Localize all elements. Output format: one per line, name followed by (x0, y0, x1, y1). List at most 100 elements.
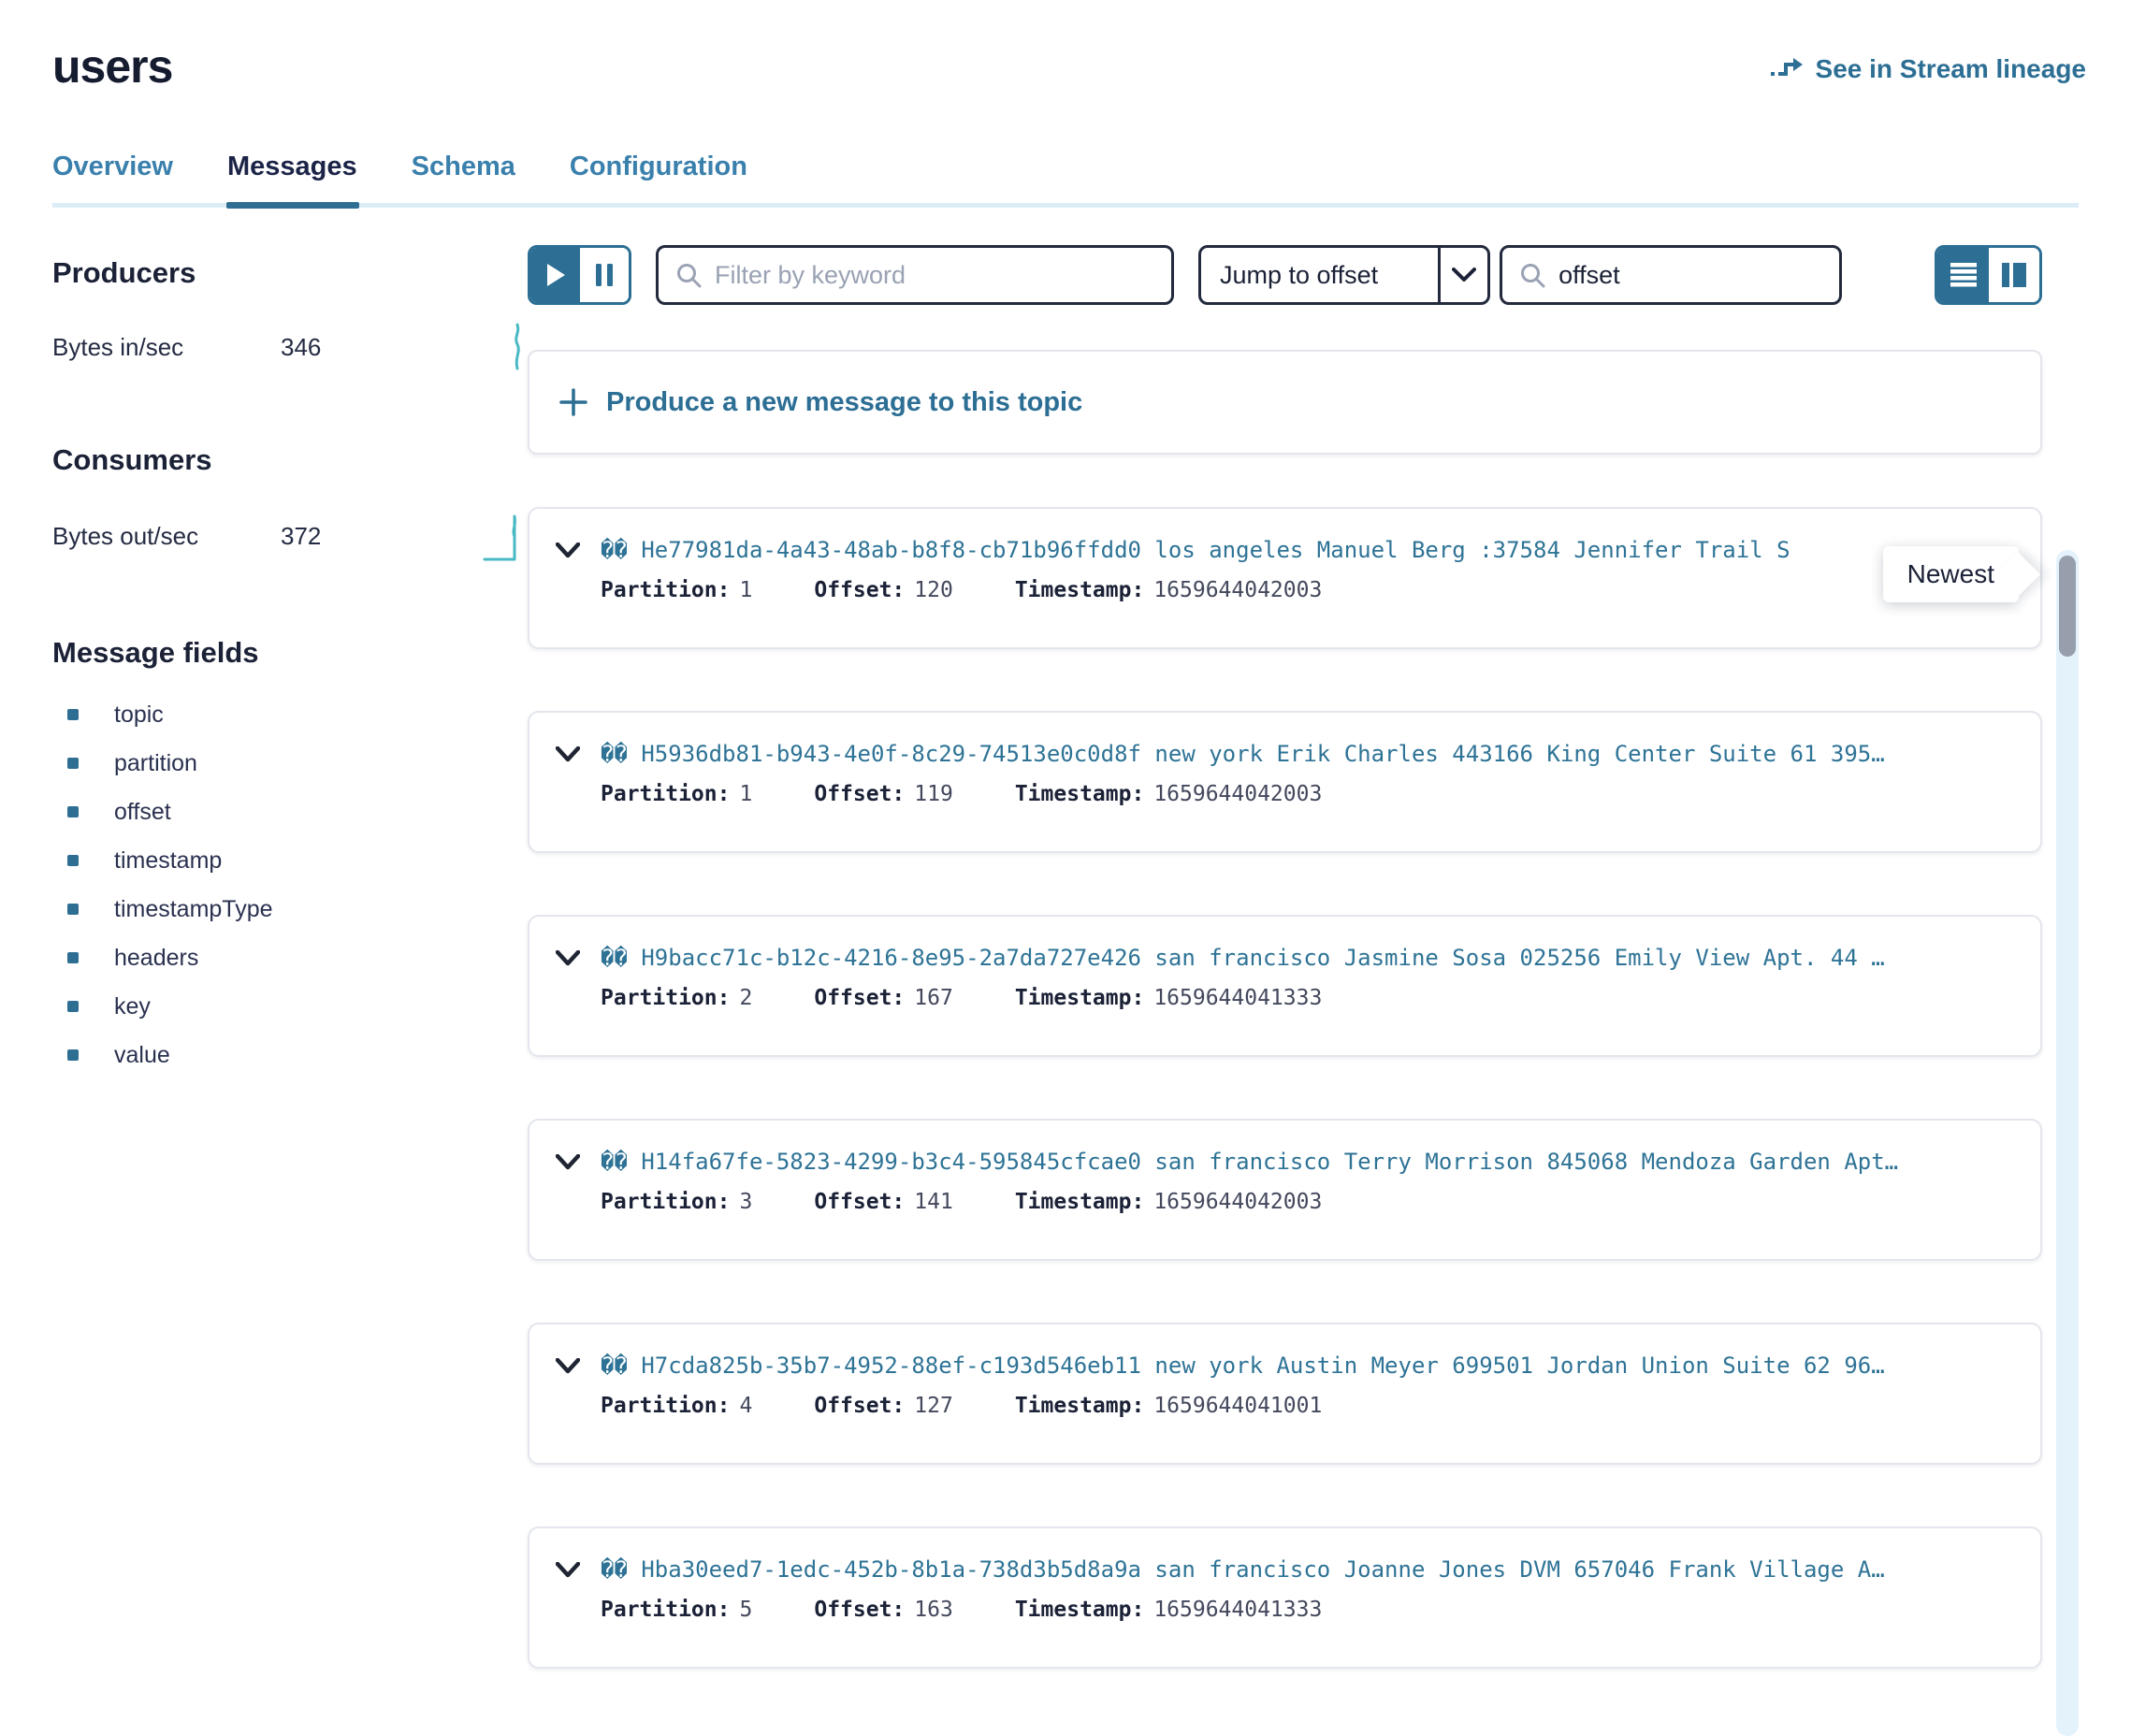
timestamp-label: Timestamp: (1015, 1394, 1144, 1418)
bytes-in-row: Bytes in/sec 346 (52, 322, 528, 372)
lineage-arrow-icon (1769, 56, 1805, 82)
produce-message-label: Produce a new message to this topic (606, 387, 1082, 418)
view-mode-toggle (1935, 245, 2042, 305)
tab-schema[interactable]: Schema (412, 152, 515, 203)
filter-keyword-input[interactable] (715, 261, 1154, 290)
offset-value: 163 (914, 1598, 953, 1622)
partition-value: 4 (739, 1394, 752, 1418)
bullet-square-icon (67, 709, 79, 720)
message-key-value: �� H5936db81-b943-4e0f-8c29-74513e0c0d8f… (601, 741, 2014, 767)
partition-label: Partition: (601, 782, 730, 806)
partition-label: Partition: (601, 578, 730, 602)
expand-chevron-icon[interactable] (556, 950, 580, 966)
timestamp-value: 1659644042003 (1153, 1190, 1322, 1214)
tab-underline-track (52, 203, 2079, 208)
offset-label: Offset: (814, 986, 905, 1010)
bytes-in-label: Bytes in/sec (52, 333, 281, 362)
message-row[interactable]: �� H5936db81-b943-4e0f-8c29-74513e0c0d8f… (528, 711, 2042, 853)
pause-icon (595, 263, 614, 287)
bullet-square-icon (67, 855, 79, 866)
jump-to-offset-select[interactable]: Jump to offset (1198, 245, 1490, 305)
partition-label: Partition: (601, 1598, 730, 1622)
message-row[interactable]: �� Hba30eed7-1edc-452b-8b1a-738d3b5d8a9a… (528, 1526, 2042, 1669)
messages-scrollbar-thumb[interactable] (2059, 556, 2076, 657)
offset-label: Offset: (814, 1190, 905, 1214)
timestamp-value: 1659644042003 (1153, 578, 1322, 602)
timestamp-value: 1659644042003 (1153, 782, 1322, 806)
offset-search-input[interactable] (1558, 261, 1822, 290)
consumers-section: Consumers Bytes out/sec 372 (52, 443, 528, 563)
jump-select-value: Jump to offset (1201, 248, 1438, 302)
active-tab-indicator (226, 202, 359, 209)
page-header: users See in Stream lineage (0, 0, 2131, 94)
timestamp-value: 1659644041333 (1153, 986, 1322, 1010)
page-title: users (52, 39, 172, 94)
field-item-key[interactable]: key (52, 982, 528, 1031)
play-icon (545, 263, 566, 287)
message-fields-heading: Message fields (52, 636, 528, 670)
message-key-value: �� He77981da-4a43-48ab-b8f8-cb71b96ffdd0… (601, 537, 2014, 563)
bullet-square-icon (67, 758, 79, 769)
partition-label: Partition: (601, 1190, 730, 1214)
newest-tooltip: Newest (1883, 546, 2019, 602)
message-row[interactable]: �� H7cda825b-35b7-4952-88ef-c193d546eb11… (528, 1323, 2042, 1465)
field-item-partition[interactable]: partition (52, 739, 528, 788)
split-view-icon (2001, 262, 2027, 288)
filter-input-box (656, 245, 1174, 305)
message-row[interactable]: �� H9bacc71c-b12c-4216-8e95-2a7da727e426… (528, 915, 2042, 1057)
expand-chevron-icon[interactable] (556, 1562, 580, 1578)
chevron-down-icon (1441, 248, 1487, 302)
bullet-square-icon (67, 904, 79, 915)
offset-value: 141 (914, 1190, 953, 1214)
message-row[interactable]: �� H14fa67fe-5823-4299-b3c4-595845cfcae0… (528, 1119, 2042, 1261)
bytes-in-value: 346 (281, 333, 321, 362)
timestamp-value: 1659644041333 (1153, 1598, 1322, 1622)
split-view-button[interactable] (1989, 248, 2039, 302)
messages-scrollbar-track[interactable] (2056, 550, 2079, 1736)
field-item-timestampType[interactable]: timestampType (52, 885, 528, 933)
offset-label: Offset: (814, 782, 905, 806)
plus-icon (559, 388, 587, 416)
topic-page: users See in Stream lineage Overview Mes… (0, 0, 2131, 1736)
produce-message-button[interactable]: Produce a new message to this topic (528, 350, 2042, 455)
tab-overview[interactable]: Overview (52, 152, 173, 203)
bytes-out-label: Bytes out/sec (52, 522, 281, 551)
tab-messages[interactable]: Messages (227, 152, 357, 203)
bytes-out-sparkline (483, 509, 528, 563)
bullet-square-icon (67, 1049, 79, 1061)
list-view-icon (1950, 262, 1978, 288)
field-item-value[interactable]: value (52, 1031, 528, 1079)
bytes-out-value: 372 (281, 522, 321, 551)
timestamp-label: Timestamp: (1015, 782, 1144, 806)
bullet-square-icon (67, 1001, 79, 1012)
message-row[interactable]: �� He77981da-4a43-48ab-b8f8-cb71b96ffdd0… (528, 507, 2042, 649)
offset-label: Offset: (814, 1394, 905, 1418)
sidebar: Producers Bytes in/sec 346 Consumers Byt… (0, 208, 528, 1669)
message-key-value: �� H9bacc71c-b12c-4216-8e95-2a7da727e426… (601, 945, 2014, 971)
producers-section: Producers Bytes in/sec 346 (52, 256, 528, 372)
offset-label: Offset: (814, 578, 905, 602)
play-button[interactable] (530, 248, 580, 302)
expand-chevron-icon[interactable] (556, 746, 580, 762)
field-item-headers[interactable]: headers (52, 933, 528, 982)
pause-button[interactable] (580, 248, 629, 302)
field-item-topic[interactable]: topic (52, 690, 528, 739)
tab-bar: Overview Messages Schema Configuration (0, 152, 2131, 203)
search-icon (675, 262, 702, 288)
message-key-value: �� Hba30eed7-1edc-452b-8b1a-738d3b5d8a9a… (601, 1556, 2014, 1583)
tab-configuration[interactable]: Configuration (570, 152, 747, 203)
expand-chevron-icon[interactable] (556, 1154, 580, 1170)
timestamp-label: Timestamp: (1015, 986, 1144, 1010)
lineage-link-label: See in Stream lineage (1816, 54, 2086, 84)
field-item-timestamp[interactable]: timestamp (52, 836, 528, 885)
partition-label: Partition: (601, 1394, 730, 1418)
offset-value: 120 (914, 578, 953, 602)
expand-chevron-icon[interactable] (556, 542, 580, 558)
stream-lineage-link[interactable]: See in Stream lineage (1769, 54, 2086, 84)
expand-chevron-icon[interactable] (556, 1358, 580, 1374)
consumers-heading: Consumers (52, 443, 528, 477)
offset-value: 127 (914, 1394, 953, 1418)
timestamp-label: Timestamp: (1015, 1190, 1144, 1214)
field-item-offset[interactable]: offset (52, 788, 528, 836)
list-view-button[interactable] (1937, 248, 1989, 302)
